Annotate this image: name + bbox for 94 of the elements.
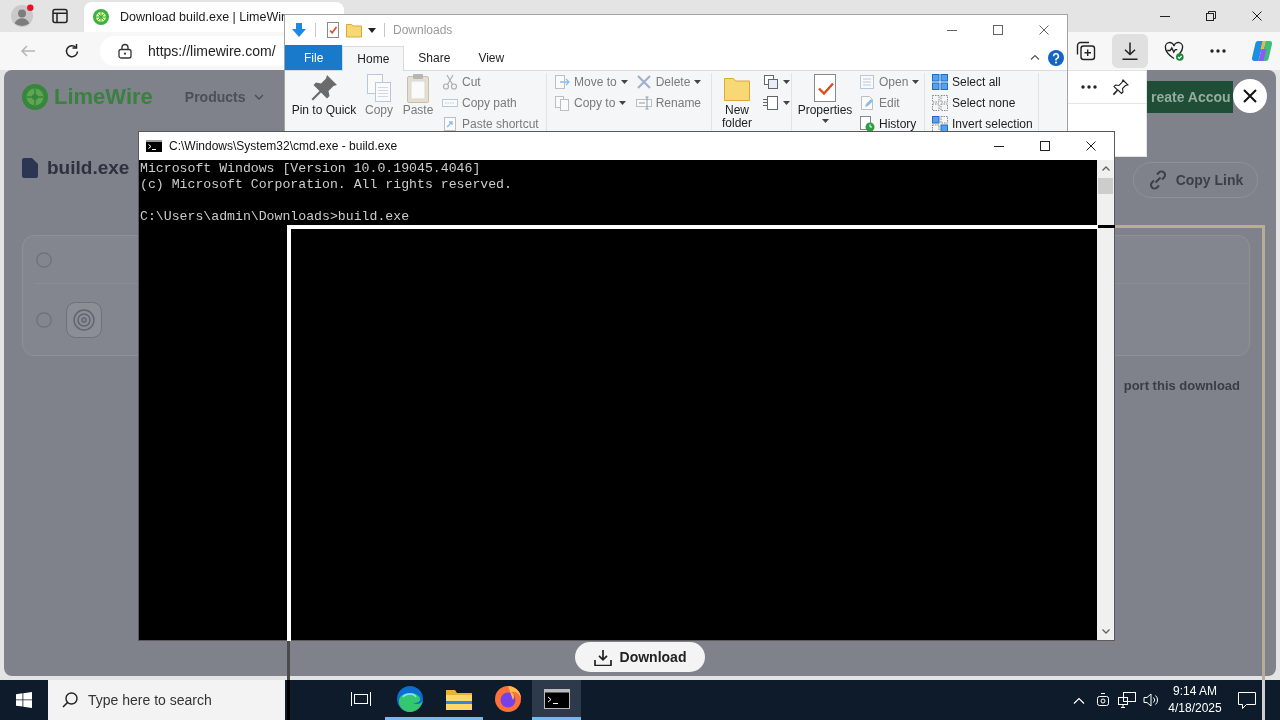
minimize-icon[interactable] — [1160, 15, 1170, 17]
profile-icon[interactable] — [10, 4, 34, 28]
ribbon-button[interactable]: Select none — [930, 94, 1035, 112]
close-icon[interactable] — [1039, 25, 1049, 35]
restore-icon[interactable] — [1206, 11, 1216, 21]
address-field[interactable]: https://limewire.com/ — [148, 40, 282, 62]
report-link[interactable]: port this download — [1123, 376, 1240, 396]
ribbon-tab[interactable]: File — [285, 45, 343, 70]
scroll-down-icon[interactable] — [1101, 629, 1110, 634]
ribbon-button[interactable]: Properties — [797, 73, 853, 123]
refresh-icon[interactable] — [64, 43, 80, 59]
wave-circle-icon — [396, 685, 423, 712]
link-icon — [1147, 170, 1168, 190]
heart-pulse-icon — [1164, 41, 1184, 61]
ribbon-button[interactable]: New folder — [717, 73, 757, 130]
rename-icon — [635, 95, 652, 111]
documents-icon — [554, 95, 570, 111]
document-check-icon[interactable] — [325, 22, 341, 38]
downloads-button[interactable] — [1112, 34, 1148, 68]
rings-icon — [66, 301, 102, 338]
search-icon — [62, 692, 78, 708]
down-arrow-icon[interactable] — [291, 22, 307, 38]
move-icon — [554, 74, 570, 90]
close-icon[interactable] — [1252, 11, 1262, 21]
lock-icon — [118, 43, 132, 59]
edit-icon — [859, 95, 875, 111]
ribbon-tab[interactable]: Share — [404, 45, 465, 70]
download-button[interactable]: Download — [575, 642, 705, 672]
maximize-icon[interactable] — [993, 25, 1003, 35]
console-line: (c) Microsoft Corporation. All rights reserved. — [140, 177, 513, 193]
download-icon — [593, 648, 612, 666]
scissors-icon — [442, 74, 458, 90]
console-line: C:\Users\admin\Downloads>build.exe — [140, 209, 411, 225]
window-title: C:\Windows\System32\cmd.exe - build.exe — [169, 138, 398, 155]
task-view-icon — [350, 690, 371, 707]
ribbon-button[interactable]: History — [857, 115, 922, 133]
camera-icon[interactable] — [1096, 692, 1110, 708]
create-account-button[interactable]: reate Accou — [1147, 81, 1233, 113]
console-line: Microsoft Windows [Version 10.0.19045.4046] — [140, 161, 482, 177]
new-item-icon — [763, 74, 779, 90]
cross-icon — [635, 74, 652, 90]
lime-logo-icon — [22, 84, 48, 110]
windows-logo-icon[interactable] — [16, 692, 32, 708]
caret-up-icon[interactable] — [1030, 54, 1040, 61]
minimize-icon[interactable] — [994, 145, 1004, 147]
colorful-logo-icon — [1251, 40, 1273, 62]
taskbar-button[interactable] — [532, 680, 581, 720]
folder-icon — [445, 687, 472, 710]
file-title: build.exe — [47, 155, 130, 180]
dashed-squares-icon — [932, 95, 948, 111]
download-icon — [1120, 41, 1140, 61]
close-icon — [1243, 89, 1257, 103]
more-icon[interactable] — [1081, 85, 1097, 89]
select-all-icon — [932, 74, 948, 90]
pin-icon — [309, 73, 339, 103]
search-field[interactable]: Type here to search — [88, 689, 268, 711]
help-icon[interactable] — [1048, 49, 1064, 66]
shortcut-icon — [442, 116, 458, 132]
lime-icon — [93, 9, 109, 25]
address-bar[interactable]: https://limewire.com/ — [100, 36, 284, 66]
close-button[interactable] — [1233, 79, 1267, 113]
chat-bubble-icon[interactable] — [1238, 691, 1256, 709]
clock-date[interactable]: 4/18/2025 — [1168, 700, 1222, 717]
clock-time[interactable]: 9:14 AM — [1173, 683, 1217, 700]
terminal-icon[interactable] — [146, 140, 162, 152]
minimize-icon[interactable] — [947, 29, 957, 31]
window-panel-icon[interactable] — [52, 8, 68, 24]
maximize-icon[interactable] — [1040, 141, 1050, 151]
close-icon[interactable] — [1086, 141, 1096, 151]
copy-icon — [364, 73, 394, 103]
speaker-icon[interactable] — [1143, 692, 1159, 708]
file-icon — [22, 158, 38, 178]
ribbon-button[interactable]: Pin to Quick — [290, 73, 358, 117]
document-list-icon — [763, 95, 779, 111]
pin-icon[interactable] — [1113, 79, 1129, 95]
globe-icon — [494, 685, 521, 712]
ribbon-tab[interactable]: Home — [342, 46, 405, 71]
ribbon-tab[interactable]: View — [464, 45, 519, 70]
invert-selection-icon — [932, 116, 948, 132]
window-title: Downloads — [393, 22, 453, 39]
open-icon — [859, 74, 875, 90]
ribbon-button[interactable] — [761, 73, 792, 91]
caret-icon — [253, 94, 264, 100]
more-icon — [1210, 49, 1226, 53]
square-plus-icon — [1076, 41, 1096, 61]
ribbon-button[interactable]: Invert selection — [930, 115, 1035, 133]
scroll-up-icon[interactable] — [1101, 166, 1110, 171]
ribbon-button[interactable]: Select all — [930, 73, 1035, 91]
ribbon-button[interactable] — [761, 94, 792, 112]
network-icon[interactable] — [1118, 692, 1136, 708]
search-bar[interactable]: Type here to search — [48, 680, 285, 720]
terminal-icon — [543, 688, 570, 709]
scrollbar-thumb[interactable] — [1098, 178, 1113, 194]
chevron-up-icon[interactable] — [1073, 696, 1085, 704]
